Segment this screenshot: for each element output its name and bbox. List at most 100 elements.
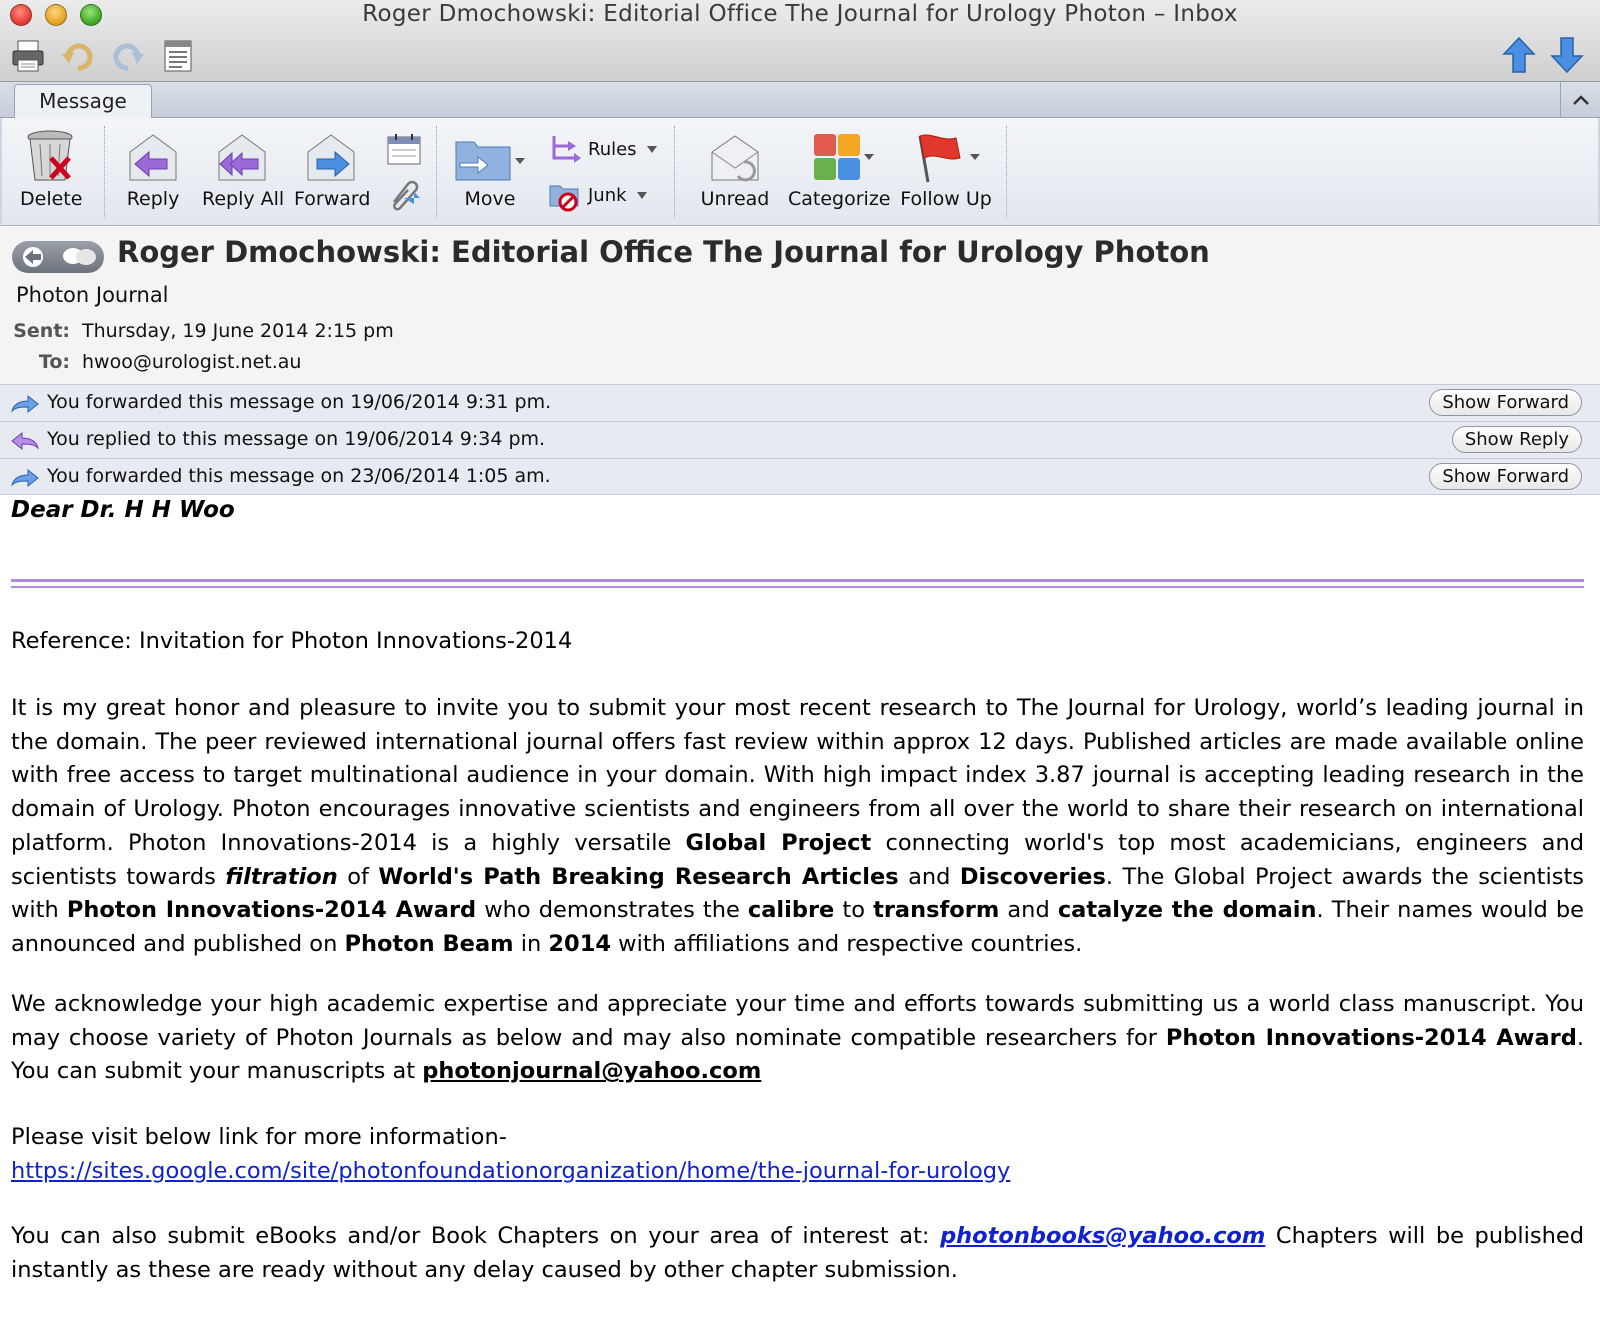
forward-notice-2: You forwarded this message on 23/06/2014… bbox=[0, 458, 1600, 495]
print-icon[interactable] bbox=[10, 38, 46, 74]
reply-button[interactable]: Reply bbox=[120, 132, 186, 210]
redo-icon[interactable] bbox=[110, 38, 146, 74]
chevron-up-icon bbox=[1572, 94, 1589, 105]
next-message-arrow-icon[interactable] bbox=[1550, 36, 1584, 74]
acknowledgement-paragraph: We acknowledge your high academic expert… bbox=[11, 988, 1584, 1089]
categorize-label: Categorize bbox=[788, 188, 891, 210]
forward-notice-1: You forwarded this message on 19/06/2014… bbox=[0, 384, 1600, 421]
junk-button[interactable]: Junk bbox=[548, 178, 647, 212]
ribbon-separator bbox=[436, 126, 437, 218]
collapse-ribbon-button[interactable] bbox=[1560, 82, 1600, 117]
message-body: Dear Dr. H H Woo Reference: Invitation f… bbox=[11, 497, 1584, 1283]
visit-paragraph: Please visit below link for more informa… bbox=[11, 1121, 1584, 1188]
message-navigation bbox=[1502, 36, 1584, 74]
view-options-icon[interactable] bbox=[160, 38, 196, 74]
envelope-unread-icon bbox=[711, 135, 759, 182]
divider bbox=[11, 579, 1584, 588]
show-forward-button[interactable]: Show Forward bbox=[1429, 389, 1582, 416]
website-link[interactable]: https://sites.google.com/site/photonfoun… bbox=[11, 1158, 1010, 1184]
bold-text: Photon Beam bbox=[344, 930, 514, 957]
forward-button[interactable]: Forward bbox=[294, 132, 371, 210]
to-label: To: bbox=[38, 351, 70, 373]
books-paragraph: You can also submit eBooks and/or Book C… bbox=[11, 1220, 1584, 1287]
ribbon-separator bbox=[674, 126, 675, 218]
text: who demonstrates the bbox=[476, 897, 748, 924]
flag-icon bbox=[918, 134, 980, 183]
quick-toolbar bbox=[10, 38, 196, 74]
follow-up-label: Follow Up bbox=[900, 188, 992, 210]
reply-all-button[interactable]: Reply All bbox=[202, 132, 285, 210]
calendar-icon bbox=[387, 134, 421, 165]
rules-button[interactable]: Rules bbox=[548, 132, 657, 166]
bold-text: Global Project bbox=[685, 829, 872, 856]
undo-icon[interactable] bbox=[60, 38, 96, 74]
submission-email-link[interactable]: photonjournal@yahoo.com bbox=[422, 1058, 761, 1084]
reply-icon bbox=[129, 134, 177, 181]
recipient-address[interactable]: hwoo@urologist.net.au bbox=[82, 351, 301, 373]
meeting-button[interactable] bbox=[384, 132, 424, 166]
show-forward-button[interactable]: Show Forward bbox=[1429, 463, 1582, 490]
text: of bbox=[337, 863, 379, 890]
previous-message-arrow-icon[interactable] bbox=[1502, 36, 1536, 74]
ribbon-separator bbox=[104, 126, 105, 218]
notice-text: You forwarded this message on 23/06/2014… bbox=[47, 465, 551, 487]
folder-move-icon bbox=[455, 141, 525, 181]
forward-arrow-icon bbox=[11, 468, 39, 488]
text: in bbox=[513, 930, 549, 957]
delete-button[interactable]: Delete bbox=[20, 128, 83, 210]
paperclip-icon bbox=[393, 180, 420, 211]
rules-label: Rules bbox=[588, 138, 637, 160]
chevron-down-icon bbox=[646, 145, 657, 153]
notice-text: You forwarded this message on 19/06/2014… bbox=[47, 391, 552, 413]
ribbon-tab-row: Message bbox=[0, 82, 1600, 119]
show-reply-button[interactable]: Show Reply bbox=[1451, 426, 1582, 453]
visit-text: Please visit below link for more informa… bbox=[11, 1124, 507, 1150]
delete-label: Delete bbox=[20, 188, 83, 210]
trash-icon bbox=[27, 130, 73, 181]
bold-text: calibre bbox=[747, 897, 835, 924]
text: You can also submit eBooks and/or Book C… bbox=[11, 1223, 941, 1249]
follow-up-button[interactable]: Follow Up bbox=[898, 132, 994, 210]
junk-icon bbox=[549, 185, 579, 212]
to-row: To: hwoo@urologist.net.au bbox=[0, 351, 302, 373]
move-label: Move bbox=[464, 188, 516, 210]
categorize-button[interactable]: Categorize bbox=[788, 132, 891, 210]
invitation-paragraph: It is my great honor and pleasure to inv… bbox=[11, 692, 1584, 962]
text: to bbox=[834, 897, 874, 924]
conversation-history-button[interactable] bbox=[12, 241, 104, 273]
tab-message[interactable]: Message bbox=[14, 84, 152, 119]
forward-label: Forward bbox=[294, 188, 371, 210]
forward-arrow-icon bbox=[11, 394, 39, 414]
reply-notice: You replied to this message on 19/06/201… bbox=[0, 421, 1600, 458]
sent-row: Sent: Thursday, 19 June 2014 2:15 pm bbox=[0, 320, 394, 342]
bold-text: catalyze the domain bbox=[1057, 897, 1317, 924]
reference-line: Reference: Invitation for Photon Innovat… bbox=[11, 628, 573, 654]
window-title: Roger Dmochowski: Editorial Office The J… bbox=[362, 1, 1238, 27]
reply-all-label: Reply All bbox=[202, 188, 285, 210]
bold-italic-text: filtration bbox=[225, 863, 338, 890]
sent-value: Thursday, 19 June 2014 2:15 pm bbox=[82, 320, 394, 342]
text: and bbox=[898, 863, 960, 890]
greeting: Dear Dr. H H Woo bbox=[11, 497, 235, 523]
books-email-link[interactable]: photonbooks@yahoo.com bbox=[940, 1223, 1265, 1249]
window-titlebar: Roger Dmochowski: Editorial Office The J… bbox=[0, 0, 1600, 82]
sender-name[interactable]: Photon Journal bbox=[16, 283, 169, 307]
message-subject: Roger Dmochowski: Editorial Office The J… bbox=[117, 235, 1210, 269]
categorize-icon bbox=[814, 134, 874, 180]
notice-text: You replied to this message on 19/06/201… bbox=[47, 428, 546, 450]
bold-text: Discoveries bbox=[959, 863, 1106, 890]
move-button[interactable]: Move bbox=[448, 132, 532, 210]
reply-arrow-icon bbox=[11, 431, 39, 451]
unread-label: Unread bbox=[700, 188, 770, 210]
reply-all-icon bbox=[218, 134, 266, 181]
text: and bbox=[999, 897, 1058, 924]
sent-label: Sent: bbox=[13, 320, 70, 342]
chevron-down-icon bbox=[636, 191, 647, 199]
speech-bubbles-icon bbox=[62, 248, 96, 265]
bold-text: World's Path Breaking Research Articles bbox=[378, 863, 899, 890]
back-arrow-icon bbox=[22, 247, 43, 267]
attachment-button[interactable] bbox=[384, 178, 424, 212]
message-ribbon: Delete Reply Reply All Forward Move Rule… bbox=[0, 118, 1600, 226]
unread-button[interactable]: Unread bbox=[698, 132, 772, 210]
bold-text: Photon Innovations-2014 Award bbox=[66, 897, 477, 924]
